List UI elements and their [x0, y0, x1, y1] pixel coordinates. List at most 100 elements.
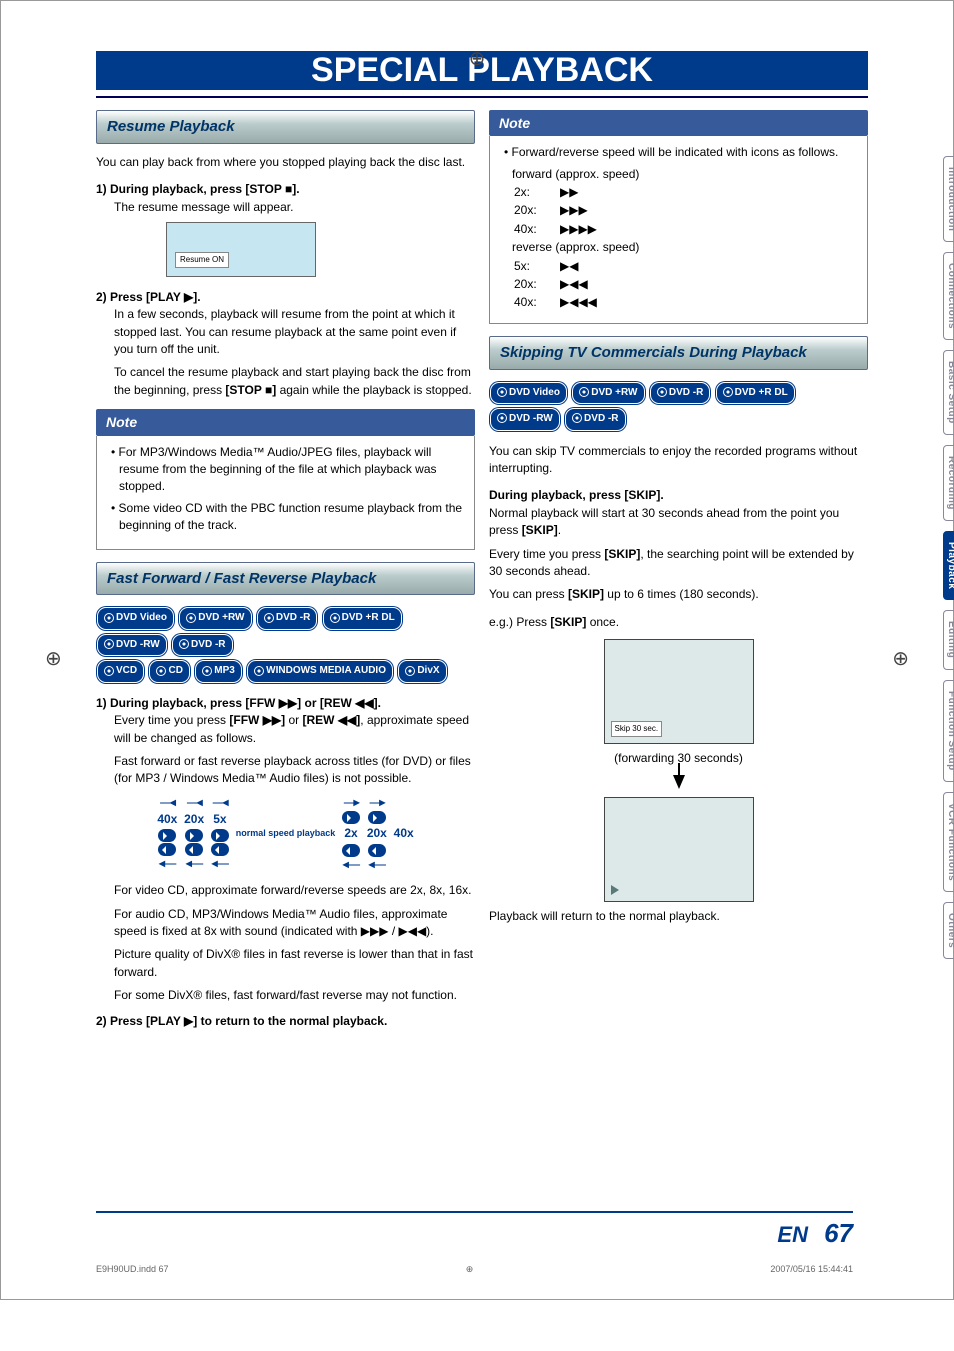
- speed-20x-fwd: ------▶20x◀-------: [367, 796, 387, 873]
- badge-label: DVD Video: [116, 612, 167, 623]
- disc-icon: [497, 413, 507, 423]
- text: You can press: [489, 587, 568, 601]
- skip-format-badges: DVD Video DVD +RW DVD -R DVD +R DL DVD -…: [489, 380, 868, 433]
- skip-step-label: During playback, press [SKIP].: [489, 487, 868, 504]
- registration-mark-icon: ⊕: [466, 1264, 474, 1275]
- speed-label: 2x: [344, 826, 357, 840]
- badge-label: DVD -R: [584, 413, 618, 424]
- skip-reference: [SKIP]: [604, 547, 640, 561]
- section-skip-commercials: Skipping TV Commercials During Playback: [489, 336, 868, 370]
- ffw-icon: [185, 829, 203, 842]
- side-tabs: Introduction Connections Basic Setup Rec…: [943, 156, 954, 969]
- tab-connections[interactable]: Connections: [943, 252, 954, 340]
- speed-diagram: ------◀40x◀------- ------◀20x◀------- --…: [96, 796, 475, 873]
- badge-label: DVD +R DL: [342, 612, 395, 623]
- badge-label: CD: [168, 665, 182, 676]
- disc-icon: [264, 613, 274, 623]
- skip-reference: [SKIP]: [568, 587, 604, 601]
- format-badge: DVD -RW: [490, 408, 560, 431]
- tab-others[interactable]: Others: [943, 902, 954, 959]
- tab-basic-setup[interactable]: Basic Setup: [943, 350, 954, 435]
- speed-normal: normal speed playback: [236, 829, 336, 839]
- tab-recording[interactable]: Recording: [943, 445, 954, 521]
- ffw-icon: [211, 829, 229, 842]
- resume-step2-text2: To cancel the resume playback and start …: [114, 364, 475, 399]
- note-heading: Note: [96, 409, 475, 435]
- badge-label: MP3: [214, 665, 235, 676]
- ff-step1-label: 1) During playback, press [FFW ▶▶] or [R…: [96, 695, 475, 712]
- left-column: Resume Playback You can play back from w…: [96, 110, 475, 1030]
- text: .: [558, 523, 561, 537]
- format-badge: CD: [149, 660, 189, 683]
- stop-reference: [STOP ■]: [225, 383, 276, 397]
- speed-label: 40x: [394, 826, 414, 840]
- skip-reference: [SKIP]: [522, 523, 558, 537]
- arrow-icon: ▶▶▶▶: [560, 221, 597, 238]
- ffw-reference: [FFW ▶▶]: [229, 713, 285, 727]
- disc-icon: [723, 387, 733, 397]
- resume-screen: Resume ON: [166, 222, 316, 277]
- badge-label: DVD -R: [669, 387, 703, 398]
- text: once.: [586, 615, 619, 629]
- page-footer: EN 67: [777, 1218, 853, 1249]
- skip-screen-2: [604, 797, 754, 902]
- ff-divx-note2: For some DivX® files, fast forward/fast …: [114, 987, 475, 1004]
- ffw-icon: [158, 829, 176, 842]
- badge-label: VCD: [116, 665, 137, 676]
- speed-note-body: Forward/reverse speed will be indicated …: [489, 136, 868, 324]
- tab-function-setup[interactable]: Function Setup: [943, 680, 954, 782]
- format-badge: DVD -R: [257, 607, 317, 630]
- ffw-icon: [368, 811, 386, 824]
- disc-icon: [104, 639, 114, 649]
- format-badge: MP3: [195, 660, 242, 683]
- ff-audio-note: For audio CD, MP3/Windows Media™ Audio f…: [114, 906, 475, 941]
- text: again while the playback is stopped.: [276, 383, 471, 397]
- text: up to 6 times (180 seconds).: [604, 587, 759, 601]
- rew-reference: [REW ◀◀]: [303, 713, 361, 727]
- resume-on-label: Resume ON: [175, 252, 229, 268]
- tab-editing[interactable]: Editing: [943, 610, 954, 669]
- registration-mark-icon: ⊕: [469, 46, 486, 71]
- forward-speed-label: forward (approx. speed): [512, 166, 857, 183]
- resume-intro: You can play back from where you stopped…: [96, 154, 475, 171]
- badge-label: DVD Video: [509, 387, 560, 398]
- speed-20x-rev: ------◀20x◀-------: [184, 796, 204, 872]
- format-badge: DVD -R: [565, 408, 625, 431]
- speed-value: 5x:: [514, 258, 550, 275]
- badge-label: DVD -R: [276, 612, 310, 623]
- print-timestamp: 2007/05/16 15:44:41: [770, 1264, 853, 1275]
- skip-text1: Normal playback will start at 30 seconds…: [489, 505, 868, 540]
- forward-speed-table: 2x:▶▶ 20x:▶▶▶ 40x:▶▶▶▶: [514, 184, 857, 238]
- disc-icon: [572, 413, 582, 423]
- ff-step1-text1: Every time you press [FFW ▶▶] or [REW ◀◀…: [114, 712, 475, 747]
- disc-icon: [104, 666, 114, 676]
- disc-icon: [186, 613, 196, 623]
- disc-icon: [657, 387, 667, 397]
- speed-row: 20x:▶▶▶: [514, 202, 857, 219]
- format-badge: DivX: [398, 660, 446, 683]
- tab-introduction[interactable]: Introduction: [943, 156, 954, 242]
- format-badge: DVD +RW: [179, 607, 251, 630]
- footer-page: 67: [824, 1218, 853, 1248]
- text: Every time you press: [114, 713, 229, 727]
- skip-tag: Skip 30 sec.: [611, 721, 663, 737]
- skip-final: Playback will return to the normal playb…: [489, 908, 868, 925]
- speed-label: 20x: [367, 826, 387, 840]
- arrow-icon: ▶◀◀: [560, 276, 588, 293]
- ffw-icon: [342, 811, 360, 824]
- format-badges: DVD Video DVD +RW DVD -R DVD +R DL DVD -…: [96, 605, 475, 685]
- ff-divx-note1: Picture quality of DivX® files in fast r…: [114, 946, 475, 981]
- disc-icon: [579, 387, 589, 397]
- speed-row: 40x:▶▶▶▶: [514, 221, 857, 238]
- tab-vcr-functions[interactable]: VCR Functions: [943, 792, 954, 892]
- speed-5x-rev: ------◀5x◀-------: [211, 796, 229, 872]
- rew-icon: [342, 844, 360, 857]
- format-badge: DVD +RW: [572, 382, 644, 405]
- tab-playback[interactable]: Playback: [943, 531, 954, 600]
- speed-label: normal speed playback: [236, 828, 336, 838]
- print-file: E9H90UD.indd 67: [96, 1264, 169, 1275]
- note-heading: Note: [489, 110, 868, 136]
- disc-icon: [405, 666, 415, 676]
- print-meta: E9H90UD.indd 67 ⊕ 2007/05/16 15:44:41: [96, 1264, 853, 1275]
- badge-label: DVD -R: [191, 639, 225, 650]
